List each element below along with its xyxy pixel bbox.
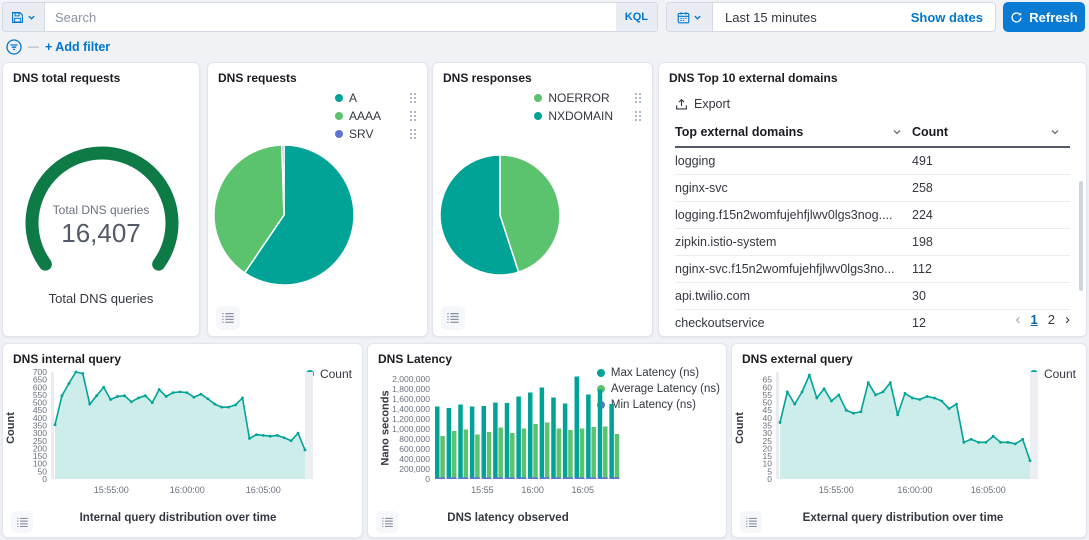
dns-responses-pie-chart (433, 63, 653, 337)
column-header-domains[interactable]: Top external domains (675, 119, 912, 147)
top-domains-table: Top external domains Count logging491 ng… (675, 119, 1070, 337)
panel-dns-requests[interactable]: DNS requests A AAAA SRV (207, 62, 428, 337)
svg-text:1,800,000: 1,800,000 (392, 384, 430, 394)
list-icon (745, 516, 758, 529)
list-icon (446, 311, 460, 325)
refresh-button-label: Refresh (1029, 10, 1077, 25)
gauge-bottom-label: Total DNS queries (3, 291, 199, 306)
export-label: Export (694, 97, 730, 111)
table-scrollbar[interactable] (1079, 181, 1083, 291)
show-dates-link[interactable]: Show dates (899, 3, 995, 31)
svg-text:1,600,000: 1,600,000 (392, 394, 430, 404)
filter-dash: — (28, 41, 39, 53)
filter-bar: — + Add filter (6, 38, 110, 56)
chart-subtitle: DNS latency observed (398, 512, 618, 524)
chart-subtitle: Internal query distribution over time (43, 512, 313, 524)
column-header-count[interactable]: Count (912, 119, 1070, 147)
table-row[interactable]: nginx-svc.f15n2womfujehfjlwv0lgs3no...11… (675, 256, 1070, 283)
refresh-icon (1010, 11, 1023, 24)
total-queries-gauge (3, 91, 200, 291)
list-icon (221, 311, 235, 325)
top-query-bar: KQL Last 15 minutes Show dates Refresh (2, 2, 1085, 32)
internal-query-chart: 0501001502002503003504004505005506006507… (17, 364, 327, 504)
list-icon (381, 516, 394, 529)
refresh-button[interactable]: Refresh (1003, 2, 1085, 32)
svg-text:65: 65 (763, 375, 773, 385)
search-input[interactable] (45, 10, 616, 25)
svg-text:1,400,000: 1,400,000 (392, 404, 430, 414)
legend-toggle-button[interactable] (740, 511, 762, 533)
kql-badge[interactable]: KQL (616, 3, 657, 31)
legend-toggle-button[interactable] (11, 511, 33, 533)
export-button[interactable]: Export (659, 87, 1086, 119)
svg-text:800,000: 800,000 (399, 434, 430, 444)
svg-text:15:55: 15:55 (471, 485, 494, 495)
chart-subtitle: External query distribution over time (768, 512, 1038, 524)
gauge-value: 16,407 (3, 218, 199, 249)
chevron-down-icon (1050, 127, 1060, 137)
calendar-icon (677, 11, 690, 24)
table-row[interactable]: api.twilio.com30 (675, 283, 1070, 310)
time-range-value[interactable]: Last 15 minutes (713, 3, 899, 31)
saved-query-button[interactable] (2, 2, 44, 32)
y-axis-label: Count (5, 412, 17, 444)
table-row[interactable]: checkoutservice12 (675, 310, 1070, 337)
table-row[interactable]: zipkin.istio-system198 (675, 229, 1070, 256)
svg-text:15:55:00: 15:55:00 (819, 485, 854, 495)
save-icon (11, 11, 24, 24)
svg-text:2,000,000: 2,000,000 (392, 374, 430, 384)
filter-icon[interactable] (6, 39, 22, 55)
svg-text:400,000: 400,000 (399, 454, 430, 464)
chevron-down-icon (27, 13, 36, 22)
legend-label: Max Latency (ns) (611, 367, 699, 379)
chevron-down-icon (693, 13, 702, 22)
chevron-down-icon (892, 127, 902, 137)
legend-toggle-button[interactable] (376, 511, 398, 533)
table-pagination: ‹ 1 2 › (1016, 311, 1070, 328)
legend-label: Average Latency (ns) (611, 383, 720, 395)
panel-title: DNS Top 10 external domains (659, 63, 1086, 87)
svg-text:16:00:00: 16:00:00 (897, 485, 932, 495)
external-query-chart: 0510152025303540455055606515:55:0016:00:… (746, 364, 1051, 504)
table-row[interactable]: logging.f15n2womfujehfjlwv0lgs3nog....22… (675, 202, 1070, 229)
export-icon (675, 98, 688, 111)
svg-text:700: 700 (33, 367, 47, 377)
table-row[interactable]: nginx-svc258 (675, 175, 1070, 202)
svg-text:16:05:00: 16:05:00 (246, 485, 281, 495)
svg-text:16:05: 16:05 (572, 485, 595, 495)
svg-text:1,200,000: 1,200,000 (392, 414, 430, 424)
latency-chart: 0200,000400,000600,000800,0001,000,0001,… (382, 364, 622, 504)
y-axis-label: Count (734, 412, 746, 444)
page-2-button[interactable]: 2 (1048, 312, 1055, 327)
date-picker: Last 15 minutes Show dates (666, 2, 996, 32)
panel-dns-top-domains[interactable]: DNS Top 10 external domains Export Top e… (658, 62, 1087, 337)
svg-text:600,000: 600,000 (399, 444, 430, 454)
legend-toggle-button[interactable] (216, 306, 240, 330)
panel-title: DNS total requests (3, 63, 199, 87)
page-1-button[interactable]: 1 (1031, 312, 1038, 327)
panel-dns-responses[interactable]: DNS responses NOERROR NXDOMAIN (432, 62, 653, 337)
panel-dns-total-requests[interactable]: DNS total requests Total DNS queries 16,… (2, 62, 200, 337)
panel-dns-external-query[interactable]: DNS external query Count Count 051015202… (731, 343, 1087, 538)
dns-requests-pie-chart (208, 63, 428, 337)
legend-toggle-button[interactable] (441, 306, 465, 330)
svg-text:15:55:00: 15:55:00 (94, 485, 129, 495)
search-bar: KQL (44, 2, 658, 32)
next-page-button[interactable]: › (1065, 311, 1070, 328)
svg-text:16:00:00: 16:00:00 (170, 485, 205, 495)
svg-text:1,000,000: 1,000,000 (392, 424, 430, 434)
add-filter-link[interactable]: + Add filter (45, 40, 110, 54)
list-icon (16, 516, 29, 529)
legend-label: Min Latency (ns) (611, 399, 696, 411)
date-quick-menu-button[interactable] (667, 3, 713, 31)
table-row[interactable]: logging491 (675, 147, 1070, 175)
panel-dns-internal-query[interactable]: DNS internal query Count Count 050100150… (2, 343, 363, 538)
svg-text:16:00: 16:00 (521, 485, 544, 495)
gauge-center-label: Total DNS queries (3, 203, 199, 217)
svg-text:16:05:00: 16:05:00 (971, 485, 1006, 495)
prev-page-button[interactable]: ‹ (1016, 311, 1021, 328)
svg-text:0: 0 (425, 474, 430, 484)
panel-dns-latency[interactable]: DNS Latency Max Latency (ns) Average Lat… (367, 343, 727, 538)
svg-text:200,000: 200,000 (399, 464, 430, 474)
